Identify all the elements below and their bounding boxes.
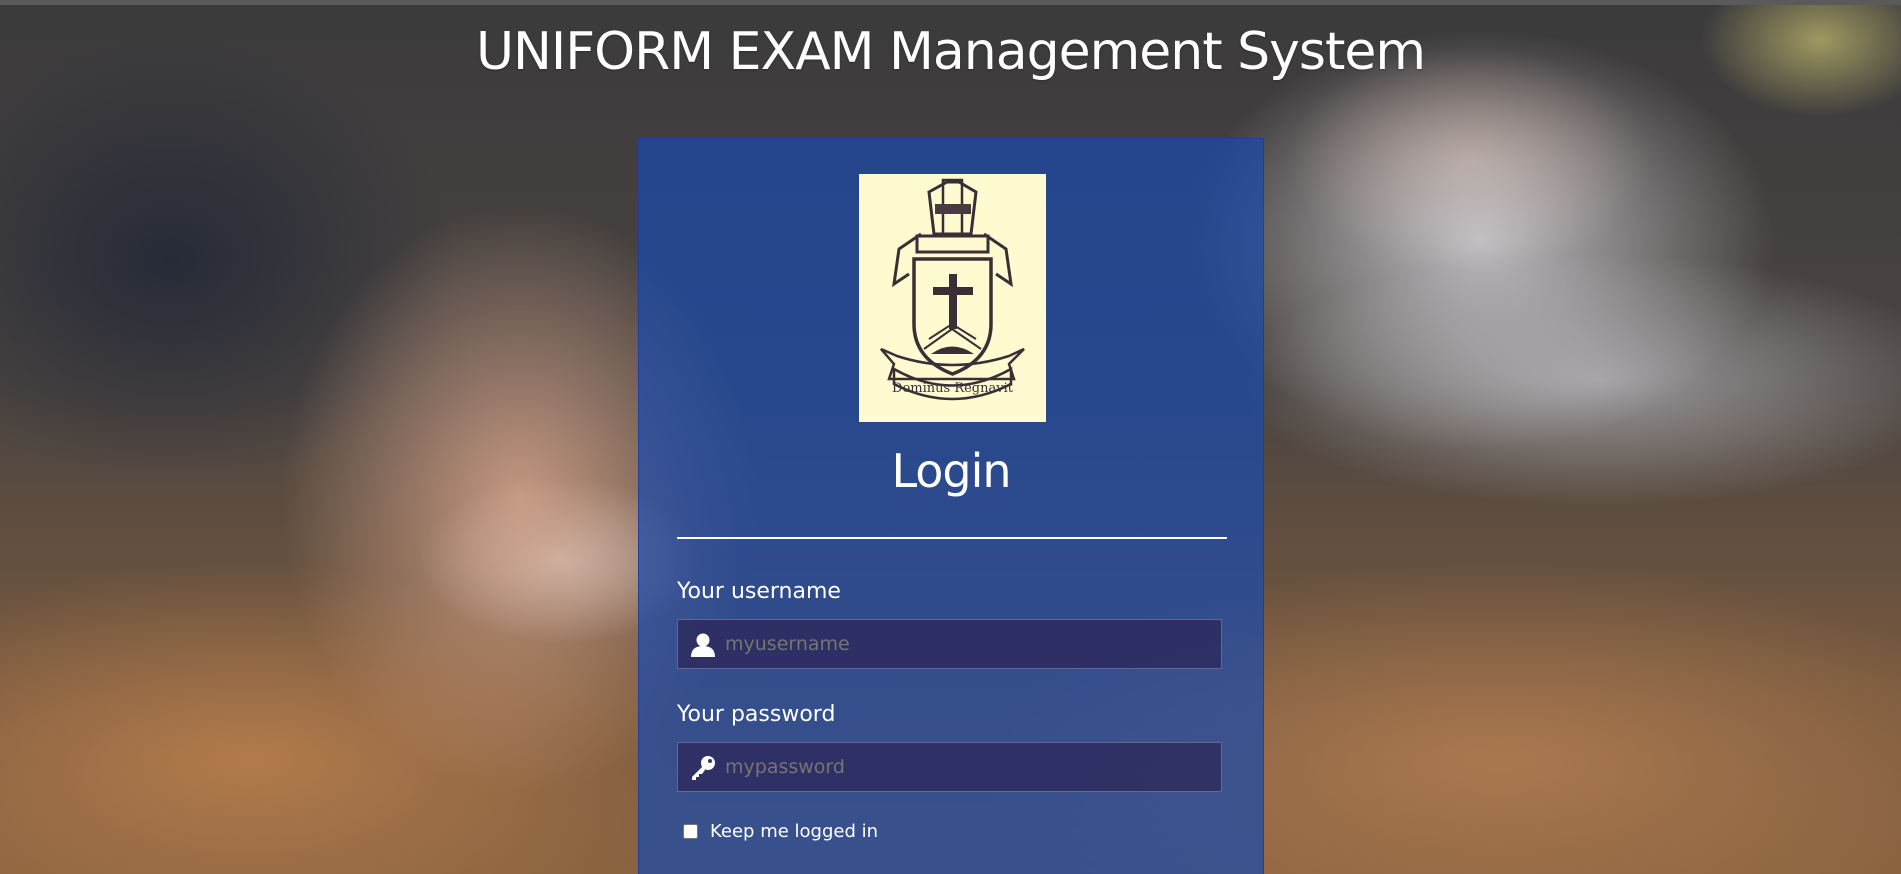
keep-logged-in-checkbox[interactable] <box>683 823 698 839</box>
divider <box>677 537 1227 539</box>
username-input[interactable] <box>725 620 1215 668</box>
username-field[interactable] <box>677 619 1222 669</box>
username-label: Your username <box>677 579 841 604</box>
password-field[interactable] <box>677 742 1222 792</box>
crest-emblem-icon: Dominus Regnavit <box>859 174 1046 422</box>
site-title: UNIFORM EXAM Management System <box>475 22 1426 82</box>
top-strip <box>0 0 1901 5</box>
login-title: Login <box>891 444 1011 498</box>
user-icon <box>691 633 715 657</box>
password-label: Your password <box>677 702 836 727</box>
key-icon <box>692 756 715 780</box>
login-page: UNIFORM EXAM Management System Dominus R… <box>0 0 1901 874</box>
keep-logged-in-row: Keep me logged in <box>683 819 878 843</box>
crest-emblem-graphic: Dominus Regnavit <box>880 178 1025 401</box>
login-panel: Dominus Regnavit Login Your username You… <box>638 138 1264 874</box>
crest-motto: Dominus Regnavit <box>892 381 1014 396</box>
keep-logged-in-label[interactable]: Keep me logged in <box>710 821 878 842</box>
password-input[interactable] <box>725 743 1215 791</box>
